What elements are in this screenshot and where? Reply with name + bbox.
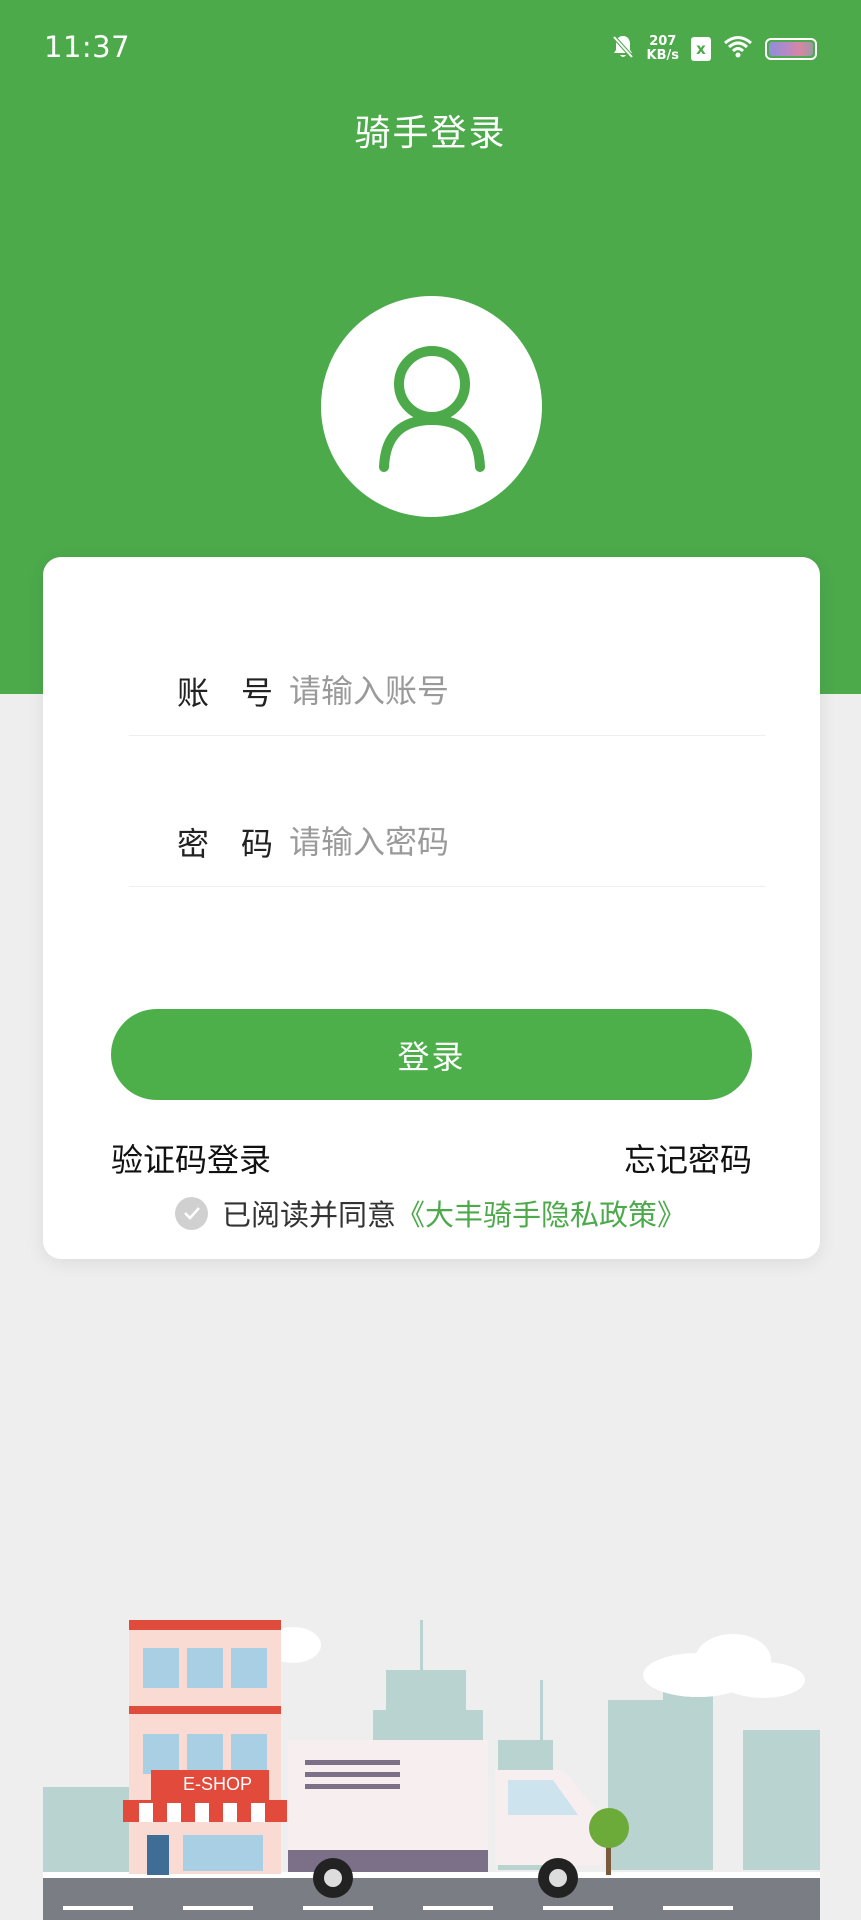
account-input[interactable] <box>289 660 766 721</box>
account-row: 账 号 <box>129 646 766 736</box>
shop-building: E-SHOP <box>123 1620 287 1875</box>
check-icon <box>183 1207 200 1220</box>
page-title: 骑手登录 <box>354 113 507 154</box>
mute-bell-icon <box>611 34 635 64</box>
road <box>43 1872 820 1920</box>
avatar <box>321 296 542 517</box>
login-card: 账 号 密 码 登录 验证码登录 忘记密码 已阅读并同意 《大丰骑手隐私政策》 <box>43 557 820 1259</box>
sim-icon: x <box>691 37 711 61</box>
sms-login-link[interactable]: 验证码登录 <box>111 1135 271 1181</box>
wifi-icon <box>723 35 753 63</box>
login-button[interactable]: 登录 <box>111 1009 752 1100</box>
net-speed-unit: KB/s <box>646 48 679 63</box>
battery-icon <box>765 38 817 60</box>
password-label: 密 码 <box>177 824 274 863</box>
password-input[interactable] <box>289 811 766 872</box>
password-row: 密 码 <box>129 797 766 887</box>
agreement-row: 已阅读并同意 《大丰骑手隐私政策》 <box>175 1193 686 1233</box>
net-speed-value: 207 <box>649 34 677 49</box>
status-icons: 207 KB/s x <box>611 34 817 64</box>
privacy-policy-link[interactable]: 《大丰骑手隐私政策》 <box>396 1192 686 1234</box>
net-speed: 207 KB/s <box>647 35 679 63</box>
account-label: 账 号 <box>177 673 274 712</box>
agreement-text: 已阅读并同意 <box>222 1198 397 1232</box>
forgot-password-link[interactable]: 忘记密码 <box>624 1135 752 1181</box>
shop-sign: E-SHOP <box>183 1774 252 1794</box>
status-time: 11:37 <box>44 30 131 64</box>
status-bar: 11:37 207 KB/s x <box>0 0 861 100</box>
agreement-checkbox[interactable] <box>175 1196 208 1230</box>
delivery-illustration: E-SHOP <box>43 1620 820 1920</box>
user-icon <box>378 345 485 472</box>
clouds <box>265 1627 805 1698</box>
battery-fill <box>769 42 813 56</box>
